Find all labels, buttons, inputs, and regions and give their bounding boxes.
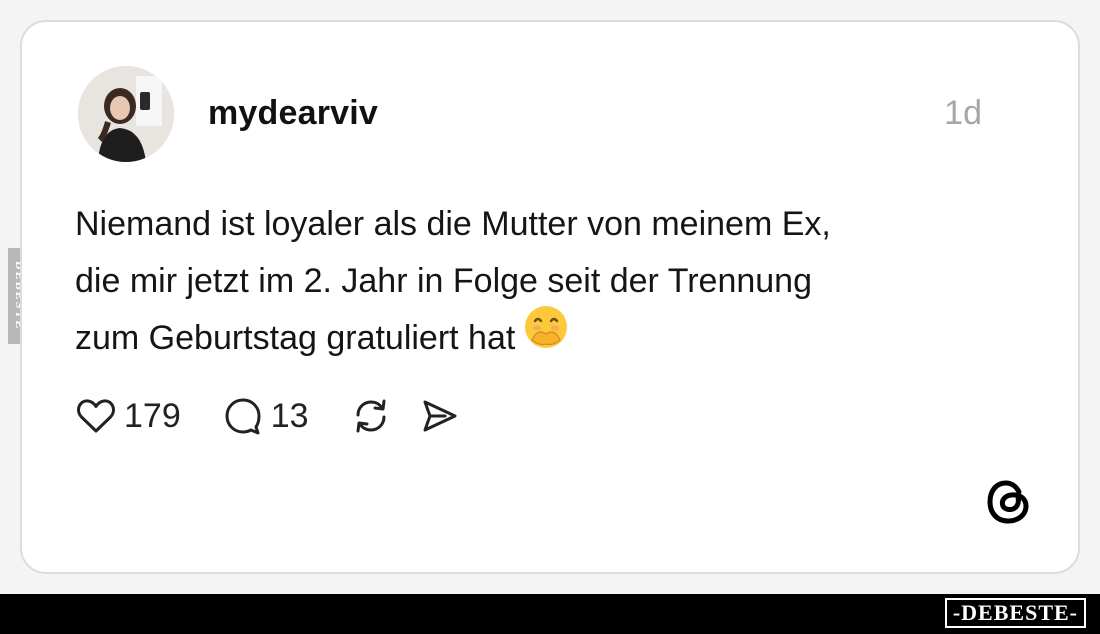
reply-button[interactable]: 13 <box>223 396 309 436</box>
username[interactable]: mydearviv <box>208 94 378 133</box>
share-button[interactable] <box>419 396 459 436</box>
threads-logo-icon <box>986 478 1032 526</box>
like-button[interactable]: 179 <box>76 397 181 436</box>
repost-icon <box>356 399 386 433</box>
footer-bar: -DEBESTE- <box>0 594 1100 634</box>
post-text-line: zum Geburtstag gratuliert hat <box>75 306 1015 368</box>
post-text: Niemand ist loyaler als die Mutter von m… <box>75 196 1015 368</box>
avatar[interactable] <box>78 66 174 162</box>
footer-watermark: -DEBESTE- <box>944 598 1086 628</box>
comment-icon <box>225 398 261 435</box>
heart-icon <box>77 399 115 433</box>
send-icon <box>423 400 457 432</box>
post-actions: 179 13 <box>76 394 487 438</box>
hand-over-mouth-emoji-icon <box>523 304 569 368</box>
post-text-line: die mir jetzt im 2. Jahr in Folge seit d… <box>75 262 812 300</box>
post-text-line: Niemand ist loyaler als die Mutter von m… <box>75 205 831 243</box>
like-count: 179 <box>124 396 181 435</box>
repost-button[interactable] <box>351 396 391 436</box>
avatar-photo <box>78 66 174 162</box>
post-time: 1d <box>944 94 982 132</box>
post-card: mydearviv 1d Niemand ist loyaler als die… <box>20 20 1080 574</box>
reply-count: 13 <box>270 396 309 435</box>
post-text-line-content: zum Geburtstag gratuliert hat <box>75 319 516 357</box>
